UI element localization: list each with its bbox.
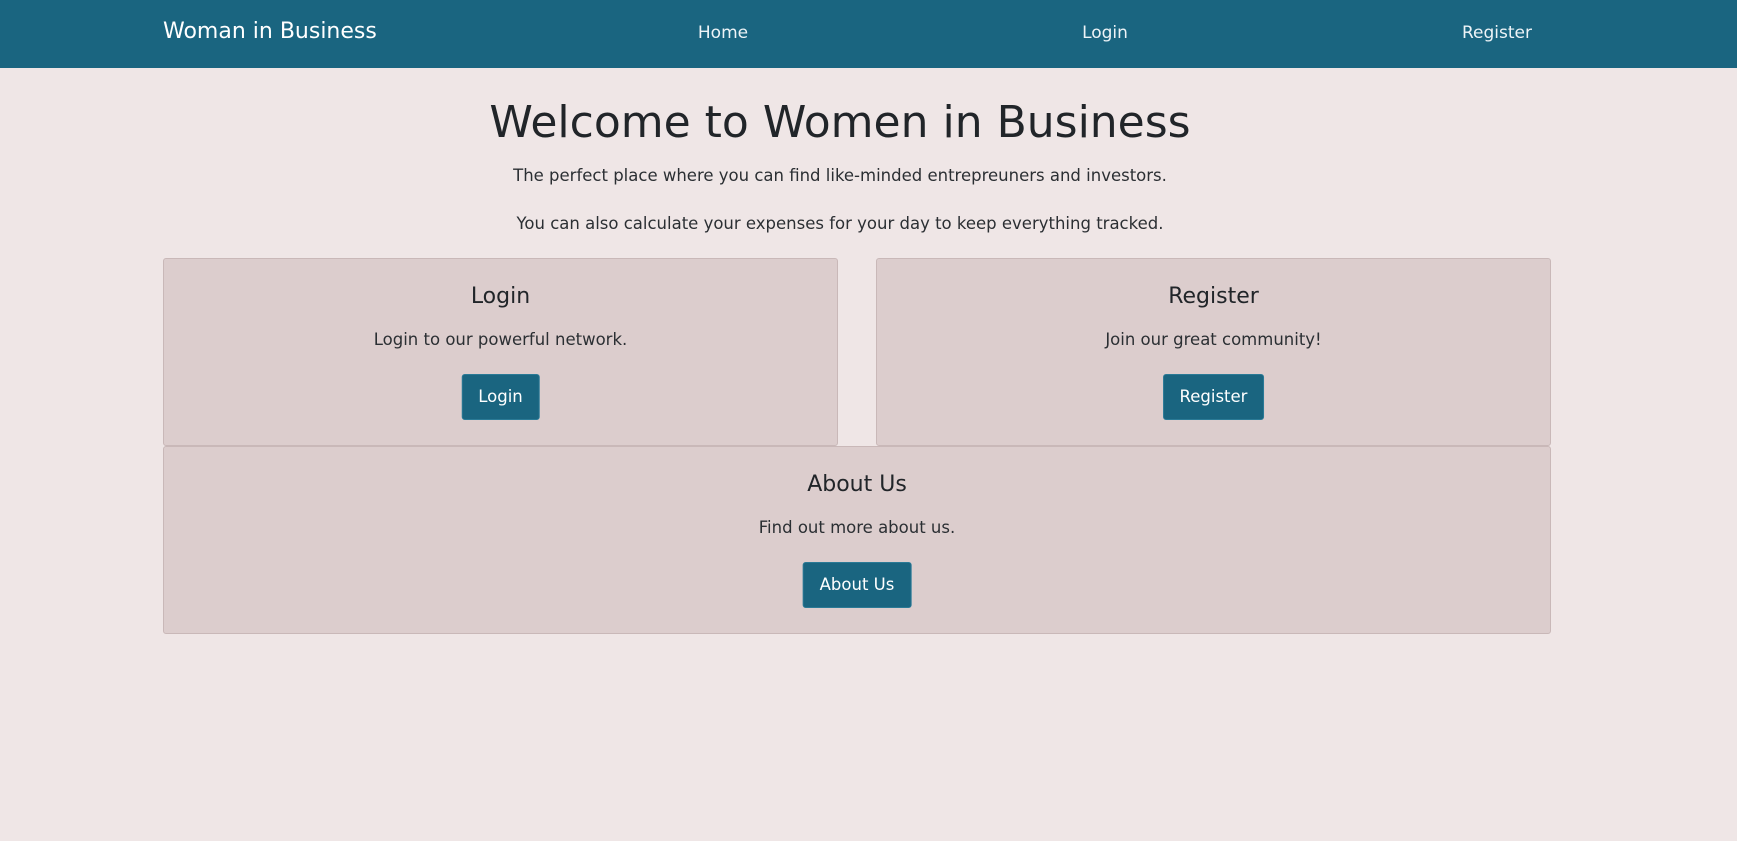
top-navbar: Woman in Business Home Login Register <box>0 0 1737 68</box>
nav-register-link[interactable]: Register <box>1462 0 1532 68</box>
about-card: About Us Find out more about us. About U… <box>163 446 1551 634</box>
login-card-text: Login to our powerful network. <box>373 330 628 349</box>
nav-login-link[interactable]: Login <box>1082 0 1128 68</box>
about-card-text: Find out more about us. <box>758 518 956 537</box>
nav-home-link[interactable]: Home <box>698 0 748 68</box>
register-card: Register Join our great community! Regis… <box>876 258 1551 446</box>
page-title: Welcome to Women in Business <box>489 97 1191 148</box>
register-button[interactable]: Register <box>1162 374 1265 420</box>
about-us-button[interactable]: About Us <box>802 562 912 608</box>
about-card-title: About Us <box>807 472 907 497</box>
register-card-title: Register <box>1168 284 1259 309</box>
login-button[interactable]: Login <box>461 374 540 420</box>
login-card: Login Login to our powerful network. Log… <box>163 258 838 446</box>
hero-description: The perfect place where you can find lik… <box>513 166 1167 185</box>
login-card-title: Login <box>470 284 531 309</box>
register-card-text: Join our great community! <box>1105 330 1322 349</box>
hero-subdescription: You can also calculate your expenses for… <box>516 214 1164 233</box>
brand-link[interactable]: Woman in Business <box>163 0 377 68</box>
